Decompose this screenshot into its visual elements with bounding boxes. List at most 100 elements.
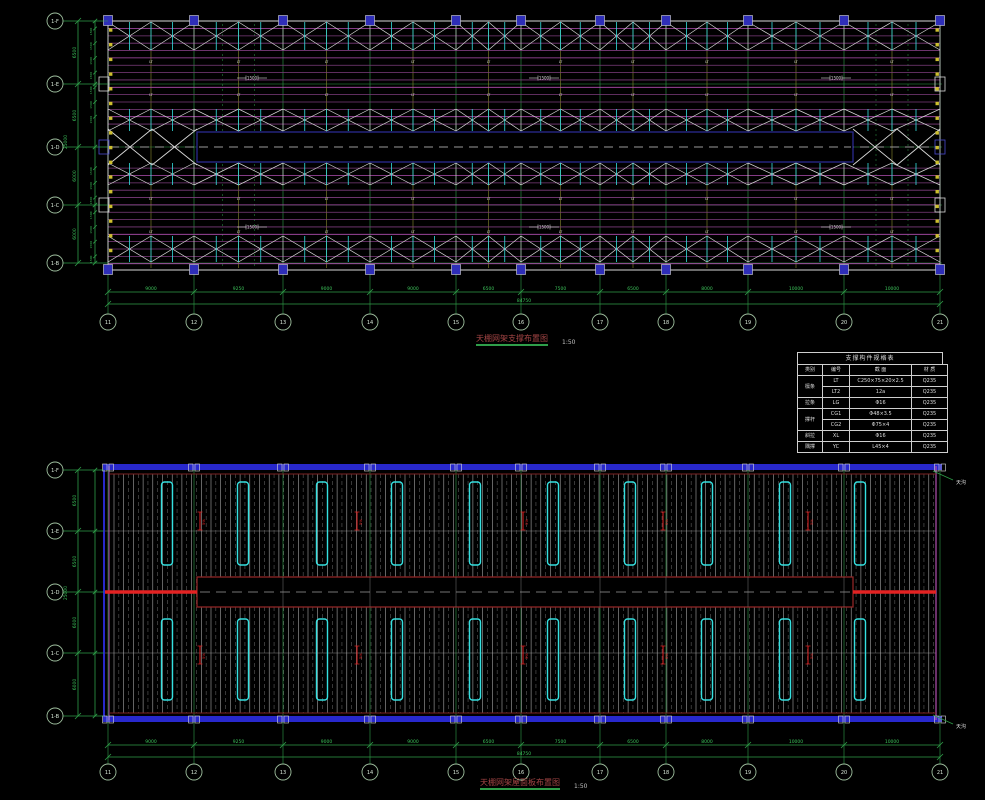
bay-dimension: 8000 — [701, 286, 713, 292]
slope-label: 5% — [201, 519, 206, 525]
spec-table-grid: 类别编号截 面材 质檩条LTC250×75×20×2.5Q235LT212aQ2… — [797, 364, 948, 453]
row-bubble-label: 1-C — [51, 651, 60, 657]
purlin-spacing-dim: 1500 — [89, 72, 93, 80]
plan1-scale: 1:50 — [562, 339, 575, 346]
spec-cell: Q235 — [912, 387, 948, 398]
bay-dimension: 9000 — [407, 286, 419, 292]
axis-bubble-label: 21 — [937, 320, 943, 326]
purlin-spacing-dim: 1500 — [89, 42, 93, 50]
slope-label: 5% — [664, 519, 669, 525]
purlin-spacing-dim: 1500 — [89, 101, 93, 109]
gutter-label: 天沟 — [956, 723, 966, 730]
spacing-callout: 1500 — [247, 76, 258, 81]
row-overall-dimension: 25000 — [63, 135, 69, 149]
row-bubble-label: 1-D — [51, 145, 60, 151]
purlin-mark: LT — [149, 230, 153, 234]
bay-dimension: 10000 — [789, 739, 803, 745]
axis-bubble-label: 16 — [518, 770, 524, 776]
row-bubble-label: 1-E — [51, 82, 59, 88]
purlin-spacing-dim: 1500 — [89, 226, 93, 234]
slope-label: 5% — [524, 519, 529, 525]
axis-bubble-label: 19 — [745, 770, 751, 776]
row-bubble-label: 1-B — [51, 714, 60, 720]
purlin-mark: LT — [559, 60, 563, 64]
spec-cell: Φ75×4 — [850, 420, 912, 431]
purlin-mark: LT — [149, 60, 153, 64]
spec-row: 撑杆CG1Φ48×3.5Q235 — [798, 409, 948, 420]
plan2-scale: 1:50 — [574, 783, 587, 790]
bay-dimension: 9000 — [321, 286, 333, 292]
axis-bubble-label: 18 — [663, 320, 669, 326]
slope-label: 5% — [524, 653, 529, 659]
purlin-spacing-dim: 1500 — [89, 116, 93, 124]
purlin-mark: LT — [237, 230, 241, 234]
row-bubble-label: 1-F — [51, 19, 59, 25]
spec-cell: XL — [823, 431, 850, 442]
spec-header-cell: 类别 — [798, 365, 823, 376]
axis-bubble-label: 15 — [453, 770, 459, 776]
row-dimension: 6000 — [72, 679, 78, 691]
row-overall-dimension: 25000 — [63, 586, 69, 600]
axis-bubble-label: 12 — [191, 320, 197, 326]
spec-category-cell: 斜拉 — [798, 431, 823, 442]
purlin-spacing-dim: 1500 — [89, 211, 93, 219]
spacing-callout: 1500 — [539, 76, 550, 81]
spec-cell: Q235 — [912, 398, 948, 409]
spec-header-row: 类别编号截 面材 质 — [798, 365, 948, 376]
bay-dimension: 6500 — [483, 286, 495, 292]
overall-dimension: 84750 — [517, 298, 531, 304]
purlin-spacing-dim: 1500 — [89, 57, 93, 65]
spec-header-cell: 截 面 — [850, 365, 912, 376]
purlin-mark: LT — [794, 60, 798, 64]
bay-dimension: 9250 — [233, 286, 245, 292]
spec-row: 隅撑YCL45×4Q235 — [798, 442, 948, 453]
spec-cell: CG2 — [823, 420, 850, 431]
row-bubble-label: 1-B — [51, 261, 60, 267]
spec-cell: Φ16 — [850, 398, 912, 409]
spec-cell: L45×4 — [850, 442, 912, 453]
axis-bubble-label: 21 — [937, 770, 943, 776]
spacing-callout: 1500 — [247, 225, 258, 230]
overall-dimension: 84750 — [517, 751, 531, 757]
bay-dimension: 9000 — [321, 739, 333, 745]
purlin-spacing-dim: 1500 — [89, 255, 93, 263]
spec-cell: Q235 — [912, 409, 948, 420]
spec-cell: YC — [823, 442, 850, 453]
bay-dimension: 9000 — [145, 739, 157, 745]
spec-cell: Q235 — [912, 431, 948, 442]
spec-header-cell: 材 质 — [912, 365, 948, 376]
bay-dimension: 6500 — [627, 286, 639, 292]
purlin-mark: LT — [487, 60, 491, 64]
row-dimension: 6500 — [72, 495, 78, 507]
purlin-mark: LT — [325, 60, 329, 64]
purlin-mark: LT — [237, 60, 241, 64]
purlin-mark: LT — [631, 230, 635, 234]
slope-label: 5% — [358, 519, 363, 525]
row-bubble-label: 1-F — [51, 468, 59, 474]
bay-dimension: 7500 — [555, 286, 567, 292]
plan2-left-anno: 1-F1-E1-D1-C1-B650065006000600025000 — [47, 462, 104, 724]
slope-label: 5% — [664, 653, 669, 659]
plan2-title: 天棚网架屋面板布置图 1:50 — [480, 778, 587, 790]
spacing-callout: 1500 — [831, 76, 842, 81]
axis-bubble-label: 11 — [105, 320, 111, 326]
spec-cell: Φ16 — [850, 431, 912, 442]
spec-cell: Q235 — [912, 376, 948, 387]
plan2-gutter-labels: 天沟天沟 — [933, 471, 966, 730]
axis-bubble-label: 14 — [367, 770, 373, 776]
member-spec-table: 支撑构件规格表 类别编号截 面材 质檩条LTC250×75×20×2.5Q235… — [797, 352, 943, 453]
slope-label: 5% — [201, 653, 206, 659]
purlin-mark: LT — [559, 230, 563, 234]
axis-bubble-label: 16 — [518, 320, 524, 326]
plan2-title-text: 天棚网架屋面板布置图 — [480, 778, 560, 790]
spec-row: 檩条LTC250×75×20×2.5Q235 — [798, 376, 948, 387]
purlin-mark: LT — [705, 60, 709, 64]
bay-dimension: 10000 — [789, 286, 803, 292]
spec-cell: C250×75×20×2.5 — [850, 376, 912, 387]
spec-cell: LT — [823, 376, 850, 387]
axis-bubble-label: 19 — [745, 320, 751, 326]
spacing-callout: 1500 — [831, 225, 842, 230]
spec-row: 拉条LGΦ16Q235 — [798, 398, 948, 409]
axis-bubble-label: 14 — [367, 320, 373, 326]
row-dimension: 6500 — [72, 110, 78, 122]
